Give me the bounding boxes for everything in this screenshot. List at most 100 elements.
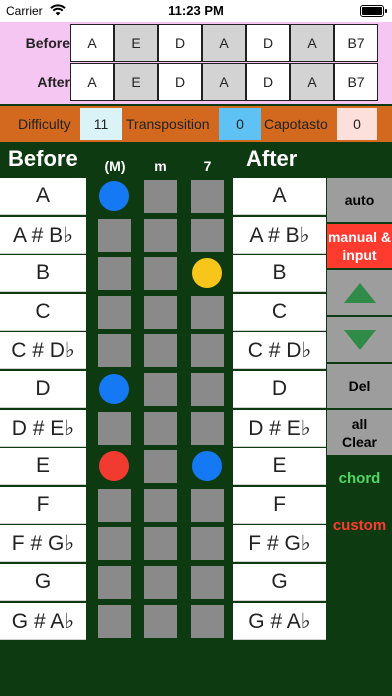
seventh-chord-toggle[interactable]	[191, 412, 224, 445]
after-chord-cell[interactable]: A	[202, 63, 246, 101]
after-chord-cell[interactable]: B7	[334, 63, 378, 101]
after-note-cell: E	[233, 448, 326, 485]
before-row-label: Before	[25, 35, 70, 51]
seventh-chord-dot[interactable]	[192, 258, 222, 288]
after-note-cell: C # D♭	[233, 332, 326, 369]
before-note-cell[interactable]: A # B♭	[0, 217, 86, 254]
battery-icon	[360, 5, 387, 17]
seventh-chord-toggle[interactable]	[191, 373, 224, 406]
before-chord-cell[interactable]: A	[290, 24, 334, 62]
major-chord-toggle[interactable]	[98, 412, 131, 445]
major-chord-toggle[interactable]	[98, 334, 131, 367]
major-chord-toggle[interactable]	[98, 489, 131, 522]
before-note-cell[interactable]: C	[0, 294, 86, 331]
chord-mode-label[interactable]: chord	[327, 470, 392, 487]
before-chord-cell[interactable]: D	[158, 24, 202, 62]
minor-chord-toggle[interactable]	[144, 605, 177, 638]
minor-chord-toggle[interactable]	[144, 373, 177, 406]
after-note-cell: F	[233, 487, 326, 524]
minor-chord-toggle[interactable]	[144, 296, 177, 329]
minor-chord-toggle[interactable]	[144, 412, 177, 445]
after-note-cell: F # G♭	[233, 525, 326, 562]
after-note-cell: G # A♭	[233, 603, 326, 640]
difficulty-value[interactable]: 11	[80, 108, 122, 140]
progression-panel: Before After A E D A D A B7 A E D A D A B7	[0, 22, 392, 104]
seventh-chord-toggle[interactable]	[191, 489, 224, 522]
transposition-value[interactable]: 0	[219, 108, 261, 140]
before-note-cell[interactable]: D	[0, 371, 86, 408]
delete-button[interactable]: Del	[327, 364, 392, 408]
all-clear-button[interactable]: all Clear	[327, 410, 392, 455]
after-note-cell: A	[233, 178, 326, 215]
capotasto-value[interactable]: 0	[337, 108, 377, 140]
before-note-cell[interactable]: G # A♭	[0, 603, 86, 640]
before-chord-cell[interactable]: D	[246, 24, 290, 62]
major-chord-toggle[interactable]	[98, 527, 131, 560]
major-chord-toggle[interactable]	[98, 296, 131, 329]
before-chord-cell[interactable]: A	[70, 24, 114, 62]
before-note-cell[interactable]: F # G♭	[0, 525, 86, 562]
up-button[interactable]	[327, 270, 392, 315]
before-note-cell[interactable]: G	[0, 564, 86, 601]
major-chord-toggle[interactable]	[98, 257, 131, 290]
before-chord-cell[interactable]: E	[114, 24, 158, 62]
seventh-chord-toggle[interactable]	[191, 566, 224, 599]
minor-chord-toggle[interactable]	[144, 489, 177, 522]
after-chord-cell[interactable]: E	[114, 63, 158, 101]
before-chord-cell[interactable]: A	[202, 24, 246, 62]
minor-chord-toggle[interactable]	[144, 566, 177, 599]
seventh-chord-toggle[interactable]	[191, 219, 224, 252]
triangle-down-icon	[343, 329, 376, 350]
after-header: After	[246, 146, 298, 171]
transposition-label: Transposition	[126, 116, 210, 132]
minor-chord-toggle[interactable]	[144, 334, 177, 367]
after-chord-cell[interactable]: D	[158, 63, 202, 101]
seventh-chord-toggle[interactable]	[191, 527, 224, 560]
after-chord-cell[interactable]: D	[246, 63, 290, 101]
status-bar: Carrier 11:23 PM	[0, 0, 392, 22]
manual-input-button[interactable]: manual & input	[327, 224, 392, 268]
after-chord-cell[interactable]: A	[70, 63, 114, 101]
auto-button[interactable]: auto	[327, 178, 392, 222]
custom-mode-label[interactable]: custom	[327, 517, 392, 534]
minor-chord-toggle[interactable]	[144, 527, 177, 560]
after-note-cell: G	[233, 564, 326, 601]
before-note-cell[interactable]: C # D♭	[0, 332, 86, 369]
seventh-column-header: 7	[203, 158, 212, 174]
minor-chord-toggle[interactable]	[144, 257, 177, 290]
after-note-cell: A # B♭	[233, 217, 326, 254]
after-chord-cell[interactable]: A	[290, 63, 334, 101]
before-note-cell[interactable]: E	[0, 448, 86, 485]
difficulty-label: Difficulty	[18, 116, 71, 132]
seventh-chord-toggle[interactable]	[191, 334, 224, 367]
before-chord-cell[interactable]: B7	[334, 24, 378, 62]
after-row-label: After	[37, 74, 70, 90]
after-note-cell: D	[233, 371, 326, 408]
major-chord-dot[interactable]	[99, 451, 129, 481]
major-chord-toggle[interactable]	[98, 219, 131, 252]
minor-chord-toggle[interactable]	[144, 450, 177, 483]
seventh-chord-dot[interactable]	[192, 451, 222, 481]
after-note-cell: C	[233, 294, 326, 331]
major-column-header: (M)	[104, 158, 126, 174]
minor-chord-toggle[interactable]	[144, 219, 177, 252]
clock: 11:23 PM	[168, 3, 224, 18]
major-chord-dot[interactable]	[99, 181, 129, 211]
major-chord-toggle[interactable]	[98, 605, 131, 638]
seventh-chord-toggle[interactable]	[191, 180, 224, 213]
before-note-cell[interactable]: A	[0, 178, 86, 215]
minor-chord-toggle[interactable]	[144, 180, 177, 213]
after-note-cell: D # E♭	[233, 410, 326, 447]
down-button[interactable]	[327, 317, 392, 362]
capotasto-label: Capotasto	[264, 116, 328, 132]
before-note-cell[interactable]: D # E♭	[0, 410, 86, 447]
minor-column-header: m	[154, 158, 167, 174]
major-chord-toggle[interactable]	[98, 566, 131, 599]
seventh-chord-toggle[interactable]	[191, 605, 224, 638]
before-note-cell[interactable]: B	[0, 255, 86, 292]
before-header: Before	[8, 146, 78, 171]
before-note-cell[interactable]: F	[0, 487, 86, 524]
after-note-cell: B	[233, 255, 326, 292]
major-chord-dot[interactable]	[99, 374, 129, 404]
seventh-chord-toggle[interactable]	[191, 296, 224, 329]
